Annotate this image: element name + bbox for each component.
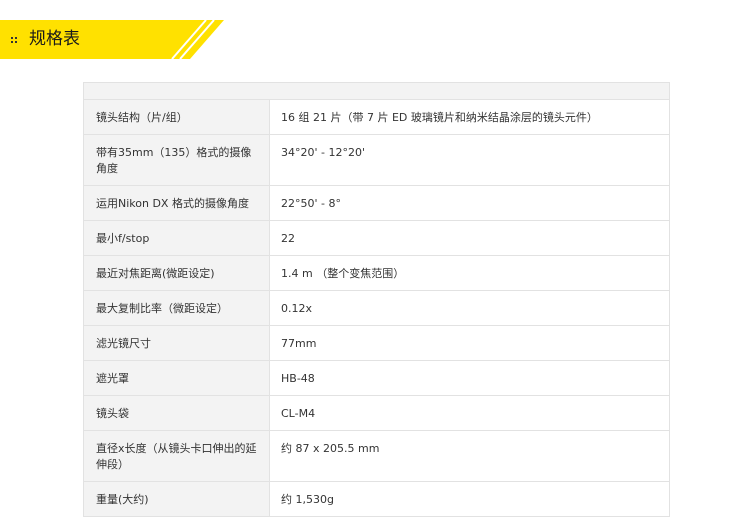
table-row: 最小f/stop 22 <box>84 221 669 256</box>
table-row: 运用Nikon DX 格式的摄像角度 22°50' - 8° <box>84 186 669 221</box>
spec-value: 16 组 21 片（带 7 片 ED 玻璃镜片和纳米结晶涂层的镜头元件） <box>281 111 598 124</box>
table-row: 滤光镜尺寸 77mm <box>84 326 669 361</box>
spec-value: 0.12x <box>281 302 313 315</box>
table-row: 带有35mm（135）格式的摄像角度 34°20' - 12°20' <box>84 135 669 186</box>
spec-label: 最近对焦距离(微距设定) <box>84 256 270 290</box>
section-header: 规格表 <box>0 20 224 59</box>
table-row: 最近对焦距离(微距设定) 1.4 m （整个变焦范围） <box>84 256 669 291</box>
spec-label: 镜头结构（片/组） <box>84 100 270 134</box>
table-row: 重量(大约) 约 1,530g <box>84 482 669 517</box>
spec-label: 遮光罩 <box>84 361 270 395</box>
spec-label: 滤光镜尺寸 <box>84 326 270 360</box>
spec-label: 带有35mm（135）格式的摄像角度 <box>84 135 270 185</box>
table-row: 遮光罩 HB-48 <box>84 361 669 396</box>
table-row: 直径x长度（从镜头卡口伸出的延伸段） 约 87 x 205.5 mm <box>84 431 669 482</box>
spec-value: 22 <box>281 232 295 245</box>
spec-label: 最大复制比率（微距设定） <box>84 291 270 325</box>
spec-value: 77mm <box>281 337 317 350</box>
spec-value: 约 1,530g <box>281 493 334 506</box>
table-row: 镜头袋 CL-M4 <box>84 396 669 431</box>
spec-label: 重量(大约) <box>84 482 270 516</box>
spec-value: 22°50' - 8° <box>281 197 341 210</box>
spec-value: HB-48 <box>281 372 315 385</box>
spec-label: 最小f/stop <box>84 221 270 255</box>
spec-label: 直径x长度（从镜头卡口伸出的延伸段） <box>84 431 270 481</box>
grid-dots-icon <box>11 37 18 43</box>
page-title: 规格表 <box>29 29 80 49</box>
table-row: 最大复制比率（微距设定） 0.12x <box>84 291 669 326</box>
table-row: 镜头结构（片/组） 16 组 21 片（带 7 片 ED 玻璃镜片和纳米结晶涂层的… <box>84 100 669 135</box>
spec-value: CL-M4 <box>281 407 316 420</box>
spec-table-header <box>84 83 669 100</box>
spec-table: 镜头结构（片/组） 16 组 21 片（带 7 片 ED 玻璃镜片和纳米结晶涂层的… <box>83 82 670 517</box>
spec-value: 34°20' - 12°20' <box>281 146 365 159</box>
spec-label: 运用Nikon DX 格式的摄像角度 <box>84 186 270 220</box>
spec-value: 1.4 m （整个变焦范围） <box>281 267 405 280</box>
spec-label: 镜头袋 <box>84 396 270 430</box>
spec-value: 约 87 x 205.5 mm <box>281 442 380 455</box>
